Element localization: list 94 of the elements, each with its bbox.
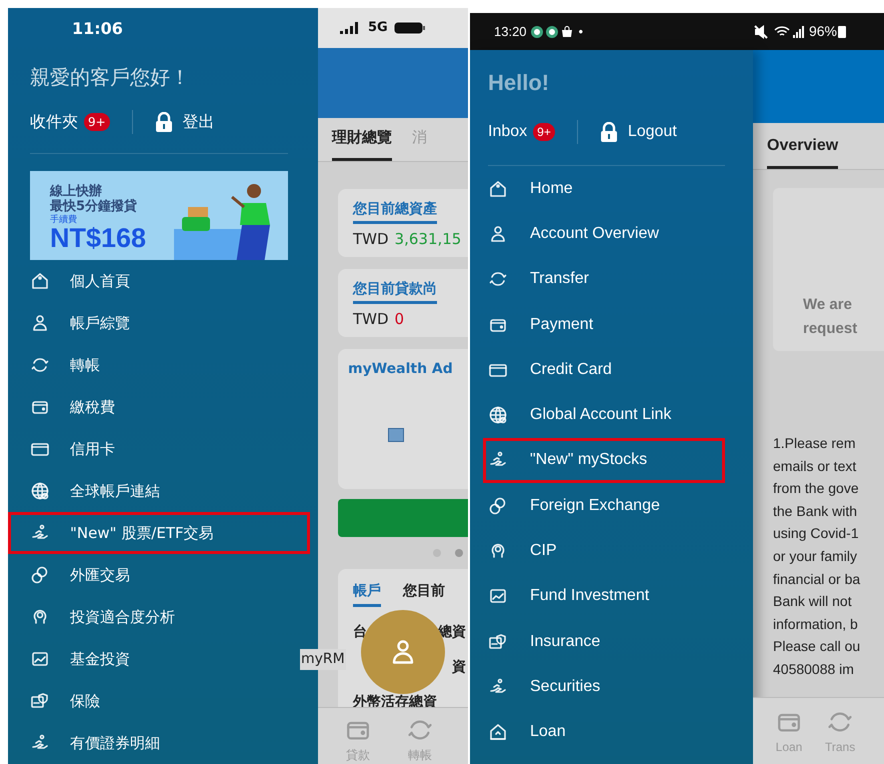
house-icon xyxy=(488,178,508,199)
menu-item[interactable]: "New" myStocks xyxy=(483,438,725,484)
price-text: NT$168 xyxy=(50,224,146,252)
battery-icon xyxy=(838,25,846,38)
battery-icon xyxy=(394,22,426,34)
tab[interactable]: 帳戶 xyxy=(353,581,381,607)
menu-item[interactable]: Fund Investment xyxy=(488,574,725,619)
greeting: 親愛的客戶您好！ xyxy=(30,64,191,92)
notice-text: from the gove xyxy=(773,479,860,498)
menu-item[interactable]: 信用卡 xyxy=(30,428,288,470)
coins-icon xyxy=(488,496,508,516)
action-bar[interactable] xyxy=(338,499,468,537)
menu-item[interactable]: Foreign Exchange xyxy=(488,483,725,528)
count-badge: 9+ xyxy=(533,123,555,141)
menu-item[interactable]: 基金投資 xyxy=(30,638,288,680)
menu-item[interactable]: Payment xyxy=(488,302,725,348)
menu-item[interactable]: "New" 股票/ETF交易 xyxy=(8,512,310,554)
promo-title: myWealth Ad xyxy=(348,360,454,379)
menu-item[interactable]: 外匯交易 xyxy=(30,554,288,596)
house-icon xyxy=(488,722,508,742)
menu-item[interactable]: Loan xyxy=(488,710,725,755)
menu-item[interactable]: 保險 xyxy=(30,680,288,722)
battery-level: 96% xyxy=(808,22,837,41)
row-label: 台 xyxy=(353,623,367,642)
mute-icon xyxy=(754,24,768,38)
card-title: 您目前總資產 xyxy=(353,199,437,224)
card-title: 您目前貸款尚 xyxy=(353,279,437,304)
globe-icon xyxy=(488,405,508,426)
person-icon xyxy=(30,313,50,333)
promo-banner[interactable]: 線上快辦 最快5分鐘撥貸 手續費 NT$168 xyxy=(30,170,288,260)
menu-item[interactable]: Home xyxy=(488,166,725,212)
greeting: Hello! xyxy=(488,69,550,97)
fee-label: 手續費 xyxy=(50,216,78,225)
menu-item[interactable]: Securities xyxy=(488,664,725,710)
banner-tagline: 線上快辦 xyxy=(50,184,103,198)
globe-icon xyxy=(30,481,50,501)
menu-item[interactable]: CIP xyxy=(488,528,725,574)
signal-icon xyxy=(792,26,805,38)
notice-text: using Covid-1 xyxy=(773,524,860,544)
menu-item[interactable]: Account Overview xyxy=(488,211,725,257)
network-label: 5G xyxy=(368,19,388,38)
menu-item[interactable]: 轉帳 xyxy=(30,344,288,386)
fab-label: myRM xyxy=(300,649,346,670)
tab[interactable]: 理財總覽 xyxy=(332,126,392,161)
notice-text: 40580088 im xyxy=(773,660,855,679)
currency-label: TWD xyxy=(353,309,389,330)
notice-text: Bank will not xyxy=(773,592,853,612)
menu-item[interactable]: 有價證券明細 xyxy=(30,722,288,764)
inbox-button[interactable]: Inbox 9+ xyxy=(488,120,555,144)
bag-icon xyxy=(560,26,573,38)
notification-dot: • xyxy=(578,22,584,41)
menu-item[interactable]: Transfer xyxy=(488,256,725,302)
notice-text: financial or ba xyxy=(773,570,862,589)
notice-text: Please call ou xyxy=(773,637,862,656)
tab[interactable]: 您目前 xyxy=(403,581,445,607)
logout-button[interactable]: Logout xyxy=(600,120,677,144)
menu-item[interactable]: Insurance xyxy=(488,618,725,664)
card-text: We are xyxy=(803,295,853,315)
notice-text: emails or text xyxy=(773,456,858,476)
card-text: request xyxy=(803,319,858,339)
chart-frame-icon xyxy=(30,649,50,669)
amount-value: 0 xyxy=(394,309,404,330)
lock-icon xyxy=(154,112,173,132)
notice-text: the Bank with xyxy=(773,502,858,521)
count-badge: 9+ xyxy=(84,112,110,131)
amount-value: 3,631,15 xyxy=(394,229,462,250)
menu-item[interactable]: 繳稅費 xyxy=(30,386,288,428)
banner-headline: 最快5分鐘撥貸 xyxy=(50,200,138,213)
status-time: 11:06 xyxy=(71,18,124,40)
menu-item[interactable]: 投資適合度分析 xyxy=(30,596,288,638)
wifi-icon xyxy=(774,25,790,38)
menu-item[interactable]: 個人首頁 xyxy=(30,260,288,302)
inbox-button[interactable]: 收件夾 9+ xyxy=(30,110,110,134)
currency-label: TWD xyxy=(353,229,389,250)
menu-item[interactable]: Credit Card xyxy=(488,347,725,392)
shield-card-icon xyxy=(30,691,50,711)
person-icon xyxy=(488,224,508,244)
coins-icon xyxy=(30,565,50,585)
notice-text: or your family xyxy=(773,546,858,566)
menu-item[interactable]: 帳戶綜覽 xyxy=(30,302,288,344)
circular-arrows-icon xyxy=(30,355,50,375)
notice-text: 1.Please rem xyxy=(773,434,856,453)
lock-icon xyxy=(600,122,618,142)
app-icon xyxy=(546,26,558,38)
menu-item[interactable]: Global Account Link xyxy=(488,392,725,438)
menu-item[interactable]: 全球帳戶連結 xyxy=(30,470,288,512)
status-time: 13:20 xyxy=(494,22,527,41)
broken-image-icon xyxy=(388,428,404,442)
app-icon xyxy=(530,26,543,38)
row-label: 資 xyxy=(452,658,467,677)
shield-card-icon xyxy=(488,632,508,652)
notice-text: information, b xyxy=(773,614,859,634)
logout-button[interactable]: 登出 xyxy=(154,110,215,134)
house-icon xyxy=(30,271,50,291)
